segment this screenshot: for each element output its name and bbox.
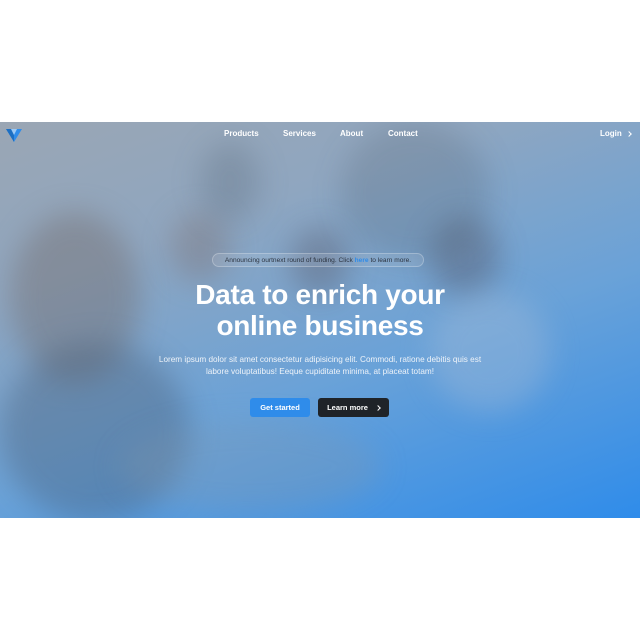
announcement-text-end: to learn more. bbox=[370, 257, 412, 264]
background-photo-person bbox=[170, 212, 230, 282]
hero-subtext: Lorem ipsum dolor sit amet consectetur a… bbox=[158, 355, 482, 376]
hero-section: Products Services About Contact Login An… bbox=[0, 122, 640, 518]
nav-link-services[interactable]: Services bbox=[283, 129, 316, 138]
chevron-right-icon bbox=[375, 404, 381, 411]
hero-headline-line1: Data to enrich your bbox=[195, 279, 445, 310]
hero-headline-line2: online business bbox=[216, 310, 424, 341]
top-navigation: Products Services About Contact Login bbox=[0, 122, 640, 146]
learn-more-button[interactable]: Learn more bbox=[318, 398, 389, 417]
announcement-link[interactable]: here bbox=[355, 257, 369, 264]
nav-link-contact[interactable]: Contact bbox=[388, 129, 418, 138]
background-photo-table bbox=[120, 422, 380, 512]
announcement-banner: Announcing ourtnext round of funding. Cl… bbox=[212, 253, 424, 267]
hero-headline: Data to enrich your online business bbox=[120, 279, 520, 341]
nav-link-products[interactable]: Products bbox=[224, 129, 259, 138]
chevron-right-icon bbox=[625, 130, 632, 137]
login-label: Login bbox=[600, 129, 622, 138]
nav-link-about[interactable]: About bbox=[340, 129, 363, 138]
announcement-text: Announcing ourtnext round of funding. Cl… bbox=[224, 257, 353, 264]
logo-icon[interactable] bbox=[6, 127, 22, 143]
learn-more-label: Learn more bbox=[327, 403, 368, 412]
get-started-label: Get started bbox=[260, 403, 300, 412]
login-link[interactable]: Login bbox=[600, 129, 632, 138]
background-photo-frame bbox=[200, 142, 260, 222]
get-started-button[interactable]: Get started bbox=[250, 398, 310, 417]
